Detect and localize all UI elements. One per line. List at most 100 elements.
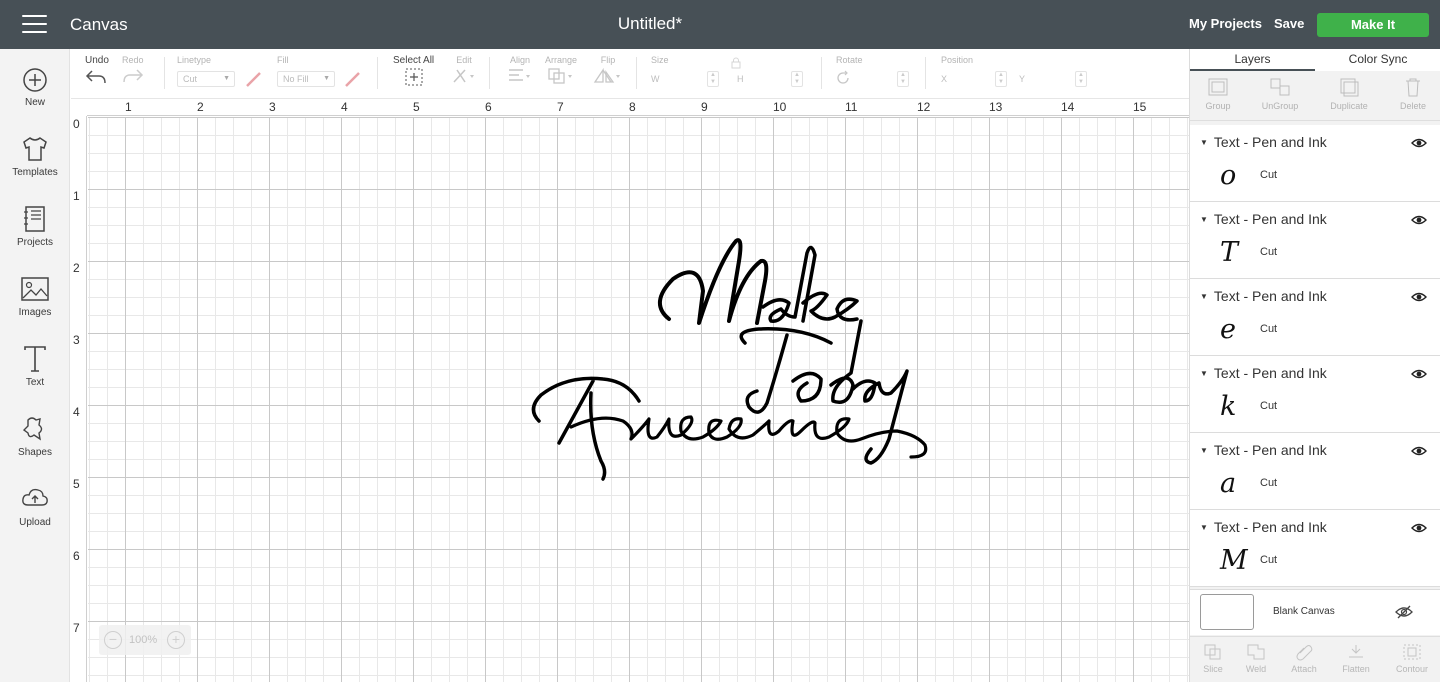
- x-stepper[interactable]: ▲ ▼: [995, 71, 1007, 87]
- save-button[interactable]: Save: [1274, 16, 1304, 31]
- edit-tools-icon: [453, 69, 474, 83]
- ruler-left-tick: 6: [73, 549, 80, 563]
- make-it-button[interactable]: Make It: [1317, 13, 1429, 37]
- layer-title[interactable]: ▼ Text - Pen and Ink: [1200, 519, 1327, 535]
- height-label: H: [737, 74, 744, 84]
- linetype-pen-icon[interactable]: [244, 69, 264, 89]
- duplicate-label: Duplicate: [1330, 101, 1368, 111]
- layer-title[interactable]: ▼ Text - Pen and Ink: [1200, 211, 1327, 227]
- lock-icon[interactable]: [729, 57, 743, 69]
- align-icon: [509, 69, 530, 81]
- script-text-artwork[interactable]: [531, 231, 951, 521]
- shapes-button[interactable]: Shapes: [0, 415, 70, 475]
- width-stepper[interactable]: ▲ ▼: [707, 71, 719, 87]
- projects-button[interactable]: Projects: [0, 205, 70, 265]
- plus-circle-icon: [23, 68, 47, 92]
- collapse-triangle-icon[interactable]: ▼: [1200, 369, 1208, 378]
- linetype-select[interactable]: Cut ▼: [177, 71, 235, 87]
- fill-pen-icon[interactable]: [343, 69, 363, 89]
- visibility-eye-icon[interactable]: [1411, 136, 1427, 154]
- layer-name: Text - Pen and Ink: [1213, 442, 1327, 458]
- layer-title[interactable]: ▼ Text - Pen and Ink: [1200, 134, 1327, 150]
- images-button[interactable]: Images: [0, 275, 70, 335]
- select-all-button[interactable]: Select All: [393, 55, 434, 91]
- design-canvas[interactable]: 1 2 3 4 5 6 7 8 9 10 11 12 13 14 15 01234567 − 100% +: [71, 99, 1189, 682]
- attach-button[interactable]: Attach: [1281, 643, 1327, 674]
- ruler-left-tick: 2: [73, 261, 80, 275]
- height-stepper[interactable]: ▲ ▼: [791, 71, 803, 87]
- tshirt-icon: [23, 137, 47, 161]
- collapse-triangle-icon[interactable]: ▼: [1200, 292, 1208, 301]
- layer-row[interactable]: ▼ Text - Pen and Ink e Cut: [1190, 279, 1440, 356]
- canvas-color-swatch[interactable]: [1200, 594, 1254, 630]
- flip-button[interactable]: Flip: [593, 55, 623, 90]
- blank-canvas-row[interactable]: Blank Canvas: [1190, 589, 1440, 635]
- zoom-level: 100%: [129, 634, 158, 646]
- tab-color-sync[interactable]: Color Sync: [1315, 52, 1440, 66]
- tab-layers[interactable]: Layers: [1190, 52, 1315, 66]
- layer-operation: Cut: [1260, 246, 1278, 258]
- ruler-top-tick: 14: [1061, 100, 1075, 114]
- visibility-eye-icon[interactable]: [1411, 367, 1427, 385]
- delete-button[interactable]: Delete: [1385, 77, 1440, 111]
- layer-list: ▼ Text - Pen and Ink o Cut ▼ Text - Pen and I…: [1190, 125, 1440, 587]
- flatten-button[interactable]: Flatten: [1333, 643, 1379, 674]
- templates-label: Templates: [12, 167, 58, 178]
- undo-label: Undo: [85, 55, 109, 66]
- collapse-triangle-icon[interactable]: ▼: [1200, 215, 1208, 224]
- redo-button[interactable]: Redo: [122, 55, 144, 89]
- y-stepper[interactable]: ▲ ▼: [1075, 71, 1087, 87]
- arrange-button[interactable]: Arrange: [545, 55, 577, 90]
- layer-name: Text - Pen and Ink: [1213, 211, 1327, 227]
- slice-icon: [1204, 644, 1221, 660]
- edit-button[interactable]: Edit: [451, 55, 477, 90]
- layer-row[interactable]: ▼ Text - Pen and Ink o Cut: [1190, 125, 1440, 202]
- rotate-icon: [837, 70, 849, 84]
- layer-row[interactable]: ▼ Text - Pen and Ink M Cut: [1190, 510, 1440, 587]
- layer-operation: Cut: [1260, 169, 1278, 181]
- zoom-in-button[interactable]: +: [167, 631, 185, 649]
- panel-tabs: Layers Color Sync: [1190, 49, 1440, 71]
- duplicate-button[interactable]: Duplicate: [1321, 77, 1377, 111]
- layer-row[interactable]: ▼ Text - Pen and Ink a Cut: [1190, 433, 1440, 510]
- trash-icon: [1406, 78, 1420, 97]
- align-button[interactable]: Align: [507, 55, 533, 90]
- fill-group: Fill: [277, 55, 289, 65]
- size-label: Size: [651, 55, 669, 65]
- visibility-eye-icon[interactable]: [1411, 444, 1427, 462]
- text-button[interactable]: Text: [0, 345, 70, 405]
- shapes-label: Shapes: [18, 447, 52, 458]
- layer-title[interactable]: ▼ Text - Pen and Ink: [1200, 442, 1327, 458]
- visibility-eye-icon[interactable]: [1411, 521, 1427, 539]
- flatten-label: Flatten: [1342, 664, 1370, 674]
- new-button[interactable]: New: [0, 67, 70, 127]
- slice-button[interactable]: Slice: [1190, 643, 1236, 674]
- undo-button[interactable]: Undo: [85, 55, 109, 90]
- weld-button[interactable]: Weld: [1233, 643, 1279, 674]
- linetype-label: Linetype: [177, 55, 212, 65]
- visibility-eye-icon[interactable]: [1411, 213, 1427, 231]
- collapse-triangle-icon[interactable]: ▼: [1200, 446, 1208, 455]
- upload-button[interactable]: Upload: [0, 485, 70, 545]
- layer-row[interactable]: ▼ Text - Pen and Ink T Cut: [1190, 202, 1440, 279]
- collapse-triangle-icon[interactable]: ▼: [1200, 523, 1208, 532]
- group-button[interactable]: Group: [1190, 77, 1246, 111]
- hidden-eye-icon[interactable]: [1395, 605, 1413, 619]
- collapse-triangle-icon[interactable]: ▼: [1200, 138, 1208, 147]
- layer-title[interactable]: ▼ Text - Pen and Ink: [1200, 288, 1327, 304]
- select-all-icon: [405, 68, 423, 86]
- contour-button[interactable]: Contour: [1389, 643, 1435, 674]
- zoom-out-button[interactable]: −: [104, 631, 122, 649]
- visibility-eye-icon[interactable]: [1411, 290, 1427, 308]
- redo-label: Redo: [122, 55, 144, 65]
- layer-row[interactable]: ▼ Text - Pen and Ink k Cut: [1190, 356, 1440, 433]
- rotate-group: Rotate: [836, 55, 863, 65]
- templates-button[interactable]: Templates: [0, 135, 70, 195]
- fill-select[interactable]: No Fill ▼: [277, 71, 335, 87]
- ruler-top-tick: 13: [989, 100, 1003, 114]
- my-projects-link[interactable]: My Projects: [1189, 16, 1262, 31]
- rotate-stepper[interactable]: ▲ ▼: [897, 71, 909, 87]
- arrange-label: Arrange: [545, 55, 578, 65]
- layer-title[interactable]: ▼ Text - Pen and Ink: [1200, 365, 1327, 381]
- ungroup-button[interactable]: UnGroup: [1252, 77, 1308, 111]
